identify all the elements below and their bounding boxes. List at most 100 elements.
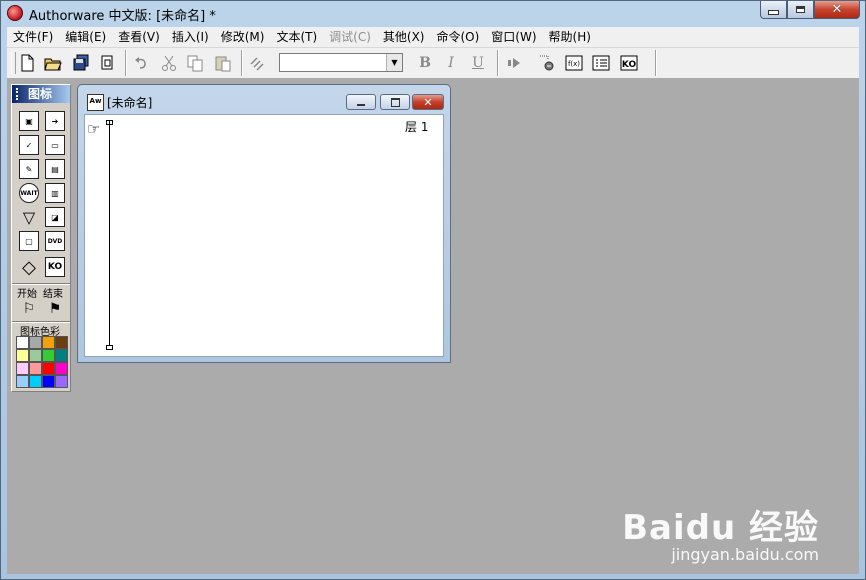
decision-icon[interactable]: ▽ [19,207,39,227]
cut-button[interactable] [159,53,179,73]
end-flag-icon[interactable]: ⚑ [45,299,65,319]
menu-bar: 文件(F) 编辑(E) 查看(V) 插入(I) 修改(M) 文本(T) 调试(C… [7,27,859,47]
color-swatch[interactable] [55,336,68,349]
menu-view[interactable]: 查看(V) [112,27,166,47]
italic-button[interactable]: I [441,53,461,73]
knowledge-objects-label: KO [622,60,637,70]
menu-modify[interactable]: 修改(M) [215,27,271,47]
color-swatch[interactable] [55,349,68,362]
minimize-icon [768,10,779,15]
close-icon: ✕ [831,2,843,17]
icon-palette: 图标 ▣ ➔ ✓ ▭ ✎ ▤ WAIT ▥ ▽ ◪ ▢ DVD ◇ KO 开始 … [11,84,71,392]
flowline-minimize-button[interactable] [346,94,376,110]
start-flag-label: 开始 [17,289,37,300]
erase-icon[interactable]: ✓ [19,135,39,155]
find-button[interactable] [247,53,267,73]
menu-other[interactable]: 其他(X) [377,27,431,47]
color-swatch[interactable] [29,362,42,375]
color-swatch[interactable] [55,375,68,388]
color-swatch[interactable] [29,336,42,349]
new-icon [21,54,34,72]
flowline-maximize-button[interactable] [380,94,410,110]
menu-window[interactable]: 窗口(W) [485,27,542,47]
navigate-icon[interactable]: ▭ [45,135,65,155]
interaction-icon[interactable]: ◇ [19,257,39,278]
workspace: 图标 ▣ ➔ ✓ ▭ ✎ ▤ WAIT ▥ ▽ ◪ ▢ DVD ◇ KO 开始 … [7,78,859,574]
watermark-url: jingyan.baidu.com [671,545,819,564]
run-button[interactable] [504,53,524,73]
underline-button[interactable]: U [468,53,488,73]
color-swatch[interactable] [29,349,42,362]
functions-button[interactable]: f(x) [564,53,584,73]
menu-insert[interactable]: 插入(I) [166,27,215,47]
import-icon [101,55,113,70]
flowline-close-button[interactable]: ✕ [412,94,444,110]
color-swatch[interactable] [16,375,29,388]
menu-text[interactable]: 文本(T) [270,27,323,47]
functions-label: f(x) [568,60,580,68]
motion-icon[interactable]: ➔ [45,111,65,131]
chevron-down-icon[interactable]: ▼ [386,54,402,71]
maximize-icon [796,6,805,13]
menu-help[interactable]: 帮助(H) [543,27,597,47]
start-flag-icon[interactable]: ⚐ [19,299,39,319]
color-swatch[interactable] [42,375,55,388]
variables-button[interactable] [591,53,611,73]
icon-palette-title[interactable]: 图标 [12,85,70,103]
undo-button[interactable] [131,53,151,73]
wait-icon[interactable]: WAIT [19,183,39,203]
save-all-button[interactable] [71,53,91,73]
toolbar-separator [655,50,657,76]
menu-commands[interactable]: 命令(O) [430,27,485,47]
digital-movie-icon[interactable]: ▥ [45,183,65,203]
toolbar-grip[interactable] [11,52,16,74]
ko-icon[interactable]: KO [45,257,65,277]
color-swatch[interactable] [16,336,29,349]
text-style-combo[interactable]: ▼ [279,53,403,72]
minimize-icon [357,103,365,106]
color-swatch[interactable] [42,349,55,362]
paste-button[interactable] [213,53,233,73]
calculate-icon[interactable]: ✎ [19,159,39,179]
color-swatch[interactable] [16,362,29,375]
sound-icon[interactable]: ◪ [45,207,65,227]
toolbar-separator [125,50,127,76]
undo-icon [135,57,146,69]
paste-hand-icon[interactable]: ☞ [87,120,100,138]
bold-button[interactable]: B [415,53,435,73]
minimize-button[interactable] [760,1,787,19]
maximize-button[interactable] [787,1,814,19]
title-bar[interactable]: Authorware 中文版: [未命名] * ✕ [1,1,865,25]
framework-icon[interactable]: ▤ [45,159,65,179]
import-button[interactable] [97,53,117,73]
color-swatch[interactable] [42,362,55,375]
color-swatch[interactable] [29,375,42,388]
dvd-icon[interactable]: DVD [45,231,65,251]
authorware-logo-icon [7,5,23,21]
maximize-icon [390,97,400,107]
control-panel-icon [540,55,554,71]
variables-icon [592,55,610,71]
menu-edit[interactable]: 编辑(E) [59,27,112,47]
layer-indicator: 层 1 [405,120,429,134]
close-button[interactable]: ✕ [814,1,860,19]
open-button[interactable] [43,53,63,73]
menu-debug[interactable]: 调试(C) [323,27,377,47]
toolbar-separator [241,50,243,76]
flowline-window-title[interactable]: [未命名] [107,94,152,111]
flowline-canvas[interactable]: ☞ 层 1 [84,114,444,357]
baidu-logo: Baidu 经验 [622,508,819,548]
knowledge-objects-button[interactable]: KO [619,53,639,73]
color-swatch[interactable] [55,362,68,375]
map-icon[interactable]: ▢ [19,231,39,251]
save-all-icon [73,54,89,71]
paste-icon [215,56,231,72]
run-icon [508,58,520,68]
display-icon[interactable]: ▣ [19,111,39,131]
color-swatch[interactable] [16,349,29,362]
control-panel-button[interactable] [537,53,557,73]
copy-button[interactable] [185,53,205,73]
menu-file[interactable]: 文件(F) [7,27,59,47]
color-swatch[interactable] [42,336,55,349]
new-button[interactable] [17,53,37,73]
